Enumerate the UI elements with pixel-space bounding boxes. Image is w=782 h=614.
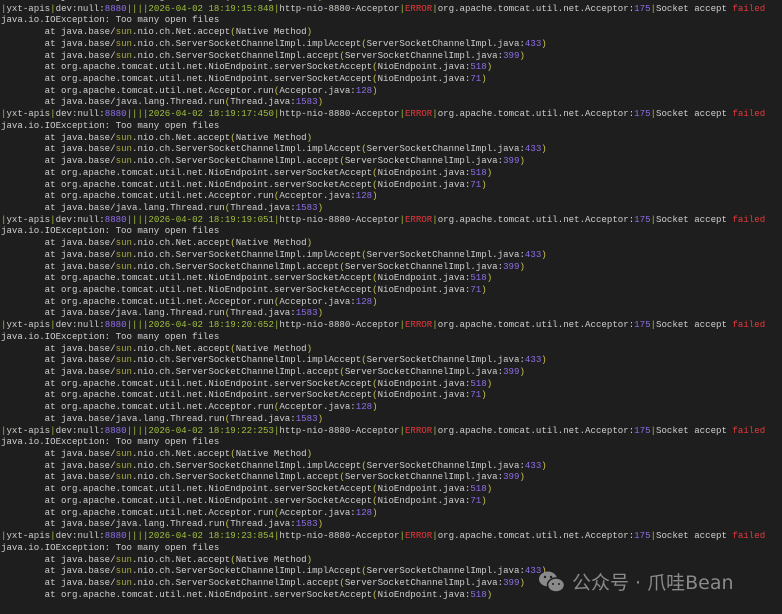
stack-frame-line: at java.base/sun.nio.ch.Net.accept(Nativ… bbox=[1, 553, 313, 565]
log-entry-header: |yxt-apis|dev:null:8880||||2026-04-02 18… bbox=[1, 2, 766, 14]
stack-frame-line: at java.base/java.lang.Thread.run(Thread… bbox=[1, 518, 324, 530]
stack-frame-line: at java.base/java.lang.Thread.run(Thread… bbox=[1, 307, 324, 319]
stack-frame-line: at org.apache.tomcat.util.net.NioEndpoin… bbox=[1, 283, 487, 295]
stack-frame-line: at org.apache.tomcat.util.net.Acceptor.r… bbox=[1, 506, 378, 518]
stack-frame-line: at java.base/sun.nio.ch.ServerSocketChan… bbox=[1, 471, 525, 483]
stack-frame-line: at java.base/sun.nio.ch.ServerSocketChan… bbox=[1, 248, 547, 260]
stack-frame-line: at java.base/java.lang.Thread.run(Thread… bbox=[1, 201, 324, 213]
log-entry-header: |yxt-apis|dev:null:8880||||2026-04-02 18… bbox=[1, 213, 766, 225]
stack-frame-line: at java.base/sun.nio.ch.Net.accept(Nativ… bbox=[1, 237, 313, 249]
stack-frame-line: at org.apache.tomcat.util.net.NioEndpoin… bbox=[1, 166, 493, 178]
stack-frame-line: at java.base/sun.nio.ch.ServerSocketChan… bbox=[1, 49, 525, 61]
exception-line: java.io.IOException: Too many open files bbox=[1, 436, 220, 448]
stack-frame-line: at org.apache.tomcat.util.net.NioEndpoin… bbox=[1, 178, 487, 190]
stack-frame-line: at org.apache.tomcat.util.net.NioEndpoin… bbox=[1, 272, 493, 284]
stack-frame-line: at java.base/sun.nio.ch.Net.accept(Nativ… bbox=[1, 342, 313, 354]
stack-frame-line: at org.apache.tomcat.util.net.NioEndpoin… bbox=[1, 61, 493, 73]
stack-frame-line: at java.base/java.lang.Thread.run(Thread… bbox=[1, 96, 324, 108]
stack-frame-line: at java.base/sun.nio.ch.ServerSocketChan… bbox=[1, 354, 547, 366]
stack-frame-line: at org.apache.tomcat.util.net.NioEndpoin… bbox=[1, 377, 493, 389]
log-entry-header: |yxt-apis|dev:null:8880||||2026-04-02 18… bbox=[1, 530, 766, 542]
stack-frame-line: at java.base/sun.nio.ch.ServerSocketChan… bbox=[1, 37, 547, 49]
stack-frame-line: at java.base/java.lang.Thread.run(Thread… bbox=[1, 412, 324, 424]
stack-frame-line: at org.apache.tomcat.util.net.Acceptor.r… bbox=[1, 190, 378, 202]
stack-frame-line: at java.base/sun.nio.ch.Net.accept(Nativ… bbox=[1, 131, 313, 143]
stack-frame-line: at org.apache.tomcat.util.net.Acceptor.r… bbox=[1, 84, 378, 96]
stack-frame-line: at org.apache.tomcat.util.net.Acceptor.r… bbox=[1, 401, 378, 413]
stack-frame-line: at org.apache.tomcat.util.net.Acceptor.r… bbox=[1, 295, 378, 307]
stack-frame-line: at java.base/sun.nio.ch.ServerSocketChan… bbox=[1, 459, 547, 471]
watermark: 公众号 · 爪哇Bean bbox=[538, 568, 734, 595]
exception-line: java.io.IOException: Too many open files bbox=[1, 119, 220, 131]
exception-line: java.io.IOException: Too many open files bbox=[1, 225, 220, 237]
stack-frame-line: at org.apache.tomcat.util.net.NioEndpoin… bbox=[1, 494, 487, 506]
log-entry-header: |yxt-apis|dev:null:8880||||2026-04-02 18… bbox=[1, 108, 766, 120]
exception-line: java.io.IOException: Too many open files bbox=[1, 14, 220, 26]
stack-frame-line: at java.base/sun.nio.ch.Net.accept(Nativ… bbox=[1, 448, 313, 460]
log-entry-header: |yxt-apis|dev:null:8880||||2026-04-02 18… bbox=[1, 319, 766, 331]
stack-frame-line: at java.base/sun.nio.ch.Net.accept(Nativ… bbox=[1, 26, 313, 38]
stack-frame-line: at java.base/sun.nio.ch.ServerSocketChan… bbox=[1, 260, 525, 272]
exception-line: java.io.IOException: Too many open files bbox=[1, 541, 220, 553]
stack-frame-line: at java.base/sun.nio.ch.ServerSocketChan… bbox=[1, 155, 525, 167]
exception-line: java.io.IOException: Too many open files bbox=[1, 330, 220, 342]
stack-frame-line: at java.base/sun.nio.ch.ServerSocketChan… bbox=[1, 143, 547, 155]
stack-frame-line: at org.apache.tomcat.util.net.NioEndpoin… bbox=[1, 483, 493, 495]
stack-frame-line: at java.base/sun.nio.ch.ServerSocketChan… bbox=[1, 366, 525, 377]
terminal-log: at java.base/java.lang.Thread.run(Thread… bbox=[1, 0, 765, 600]
wechat-icon bbox=[539, 571, 566, 593]
stack-frame-line: at org.apache.tomcat.util.net.NioEndpoin… bbox=[1, 389, 487, 401]
watermark-text: 公众号 · 爪哇Bean bbox=[572, 572, 734, 594]
log-entry-header: |yxt-apis|dev:null:8880||||2026-04-02 18… bbox=[1, 424, 766, 436]
stack-frame-line: at org.apache.tomcat.util.net.NioEndpoin… bbox=[1, 73, 487, 85]
